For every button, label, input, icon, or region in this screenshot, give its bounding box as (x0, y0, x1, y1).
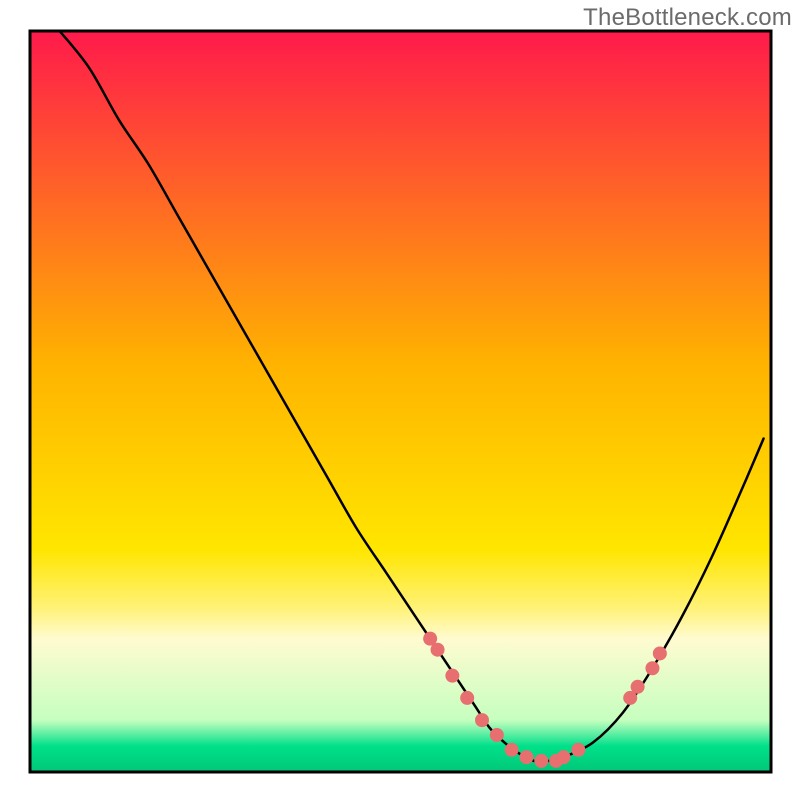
plot-background (30, 31, 771, 772)
chart-container: TheBottleneck.com (0, 0, 800, 800)
fit-point (519, 750, 533, 764)
fit-point (631, 680, 645, 694)
watermark-text: TheBottleneck.com (583, 4, 792, 32)
fit-point (505, 743, 519, 757)
fit-point (557, 750, 571, 764)
fit-point (490, 728, 504, 742)
fit-point (571, 743, 585, 757)
fit-point (475, 713, 489, 727)
fit-point (460, 691, 474, 705)
bottleneck-chart (0, 0, 800, 800)
fit-point (534, 754, 548, 768)
fit-point (653, 646, 667, 660)
fit-point (645, 661, 659, 675)
fit-point (445, 669, 459, 683)
fit-point (431, 643, 445, 657)
